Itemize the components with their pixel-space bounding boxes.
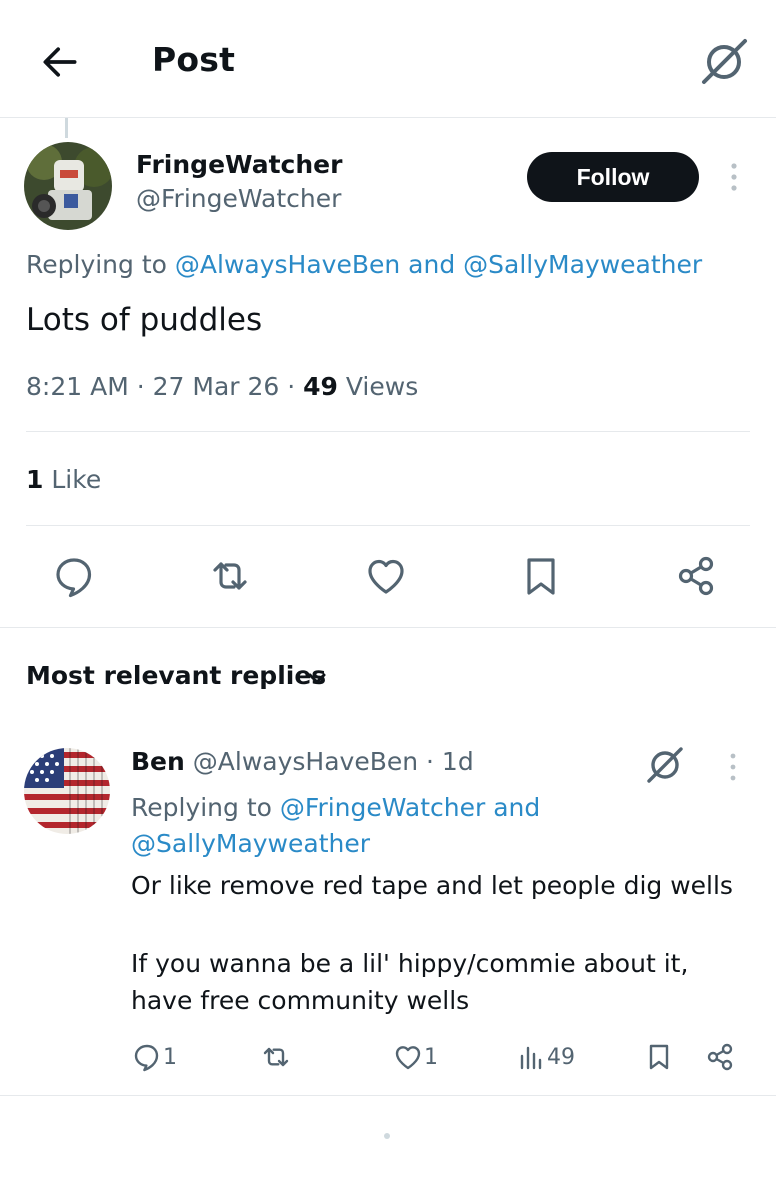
reply-author-handle[interactable]: @AlwaysHaveBen (193, 747, 418, 776)
mention-link[interactable]: @SallyMayweather (131, 829, 370, 858)
likes-summary[interactable]: 1 Like (26, 465, 101, 494)
bookmark-icon[interactable] (517, 552, 565, 600)
thread-connector (65, 118, 68, 138)
divider (0, 627, 776, 628)
share-icon (707, 1043, 733, 1071)
grok-icon[interactable] (644, 744, 686, 786)
reply-repost-button[interactable] (260, 1040, 292, 1074)
reply-like-button[interactable]: 1 (392, 1040, 438, 1074)
reply-text-line: have free community wells (131, 986, 470, 1015)
likes-count: 1 (26, 465, 44, 494)
post-text: Lots of puddles (26, 302, 263, 338)
mention-link[interactable]: @SallyMayweather (463, 250, 702, 279)
views-label: Views (337, 372, 419, 401)
reply-view-count: 49 (547, 1044, 575, 1070)
author-name[interactable]: FringeWatcher (136, 150, 342, 179)
repost-icon[interactable] (206, 552, 254, 600)
arrow-left-icon[interactable] (38, 40, 82, 84)
reply-bookmark-button[interactable] (643, 1040, 675, 1074)
author-handle[interactable]: @FringeWatcher (136, 184, 341, 213)
follow-button[interactable]: Follow (527, 152, 699, 202)
loading-indicator (384, 1133, 390, 1139)
replies-sort-label[interactable]: Most relevant replies (26, 661, 326, 690)
more-options-icon[interactable] (723, 750, 743, 784)
repost-icon (263, 1047, 289, 1067)
page-title: Post (152, 40, 236, 79)
bookmark-icon (649, 1044, 669, 1070)
more-options-icon[interactable] (724, 158, 744, 198)
reply-reply-button[interactable]: 1 (131, 1040, 177, 1074)
analytics-icon (520, 1046, 542, 1070)
post-time[interactable]: 8:21 AM (26, 372, 129, 401)
like-icon[interactable] (362, 552, 410, 600)
grok-icon[interactable] (698, 36, 750, 88)
mention-link[interactable]: @AlwaysHaveBen (175, 250, 400, 279)
replying-to: Replying to @AlwaysHaveBen and @SallyMay… (26, 250, 703, 279)
mention-link[interactable]: @FringeWatcher (280, 793, 485, 822)
avatar[interactable] (24, 142, 112, 230)
reply-author-name[interactable]: Ben (131, 747, 185, 776)
chevron-down-icon[interactable] (304, 666, 330, 692)
reply-like-count: 1 (424, 1044, 438, 1070)
divider (26, 431, 750, 432)
reply-text-line: If you wanna be a lil' hippy/commie abou… (131, 949, 689, 978)
reply-share-button[interactable] (704, 1040, 736, 1074)
reply-header: Ben @AlwaysHaveBen · 1d (131, 747, 474, 776)
avatar[interactable] (24, 748, 110, 834)
reply-count: 1 (163, 1044, 177, 1070)
reply-replying-to: Replying to @FringeWatcher and @SallyMayw… (131, 793, 541, 858)
divider (0, 1095, 776, 1096)
share-icon[interactable] (672, 552, 720, 600)
reply-views-button[interactable]: 49 (515, 1040, 575, 1074)
top-bar: Post (0, 0, 776, 118)
reply-icon[interactable] (50, 552, 98, 600)
like-icon (395, 1046, 421, 1070)
divider (26, 525, 750, 526)
reply-text-line: Or like remove red tape and let people d… (131, 871, 733, 900)
post-meta: 8:21 AM · 27 Mar 26 · 49 Views (26, 372, 419, 401)
views-count: 49 (303, 372, 338, 401)
reply-icon (134, 1044, 159, 1072)
reply-age[interactable]: 1d (442, 747, 474, 776)
post-date[interactable]: 27 Mar 26 (153, 372, 280, 401)
